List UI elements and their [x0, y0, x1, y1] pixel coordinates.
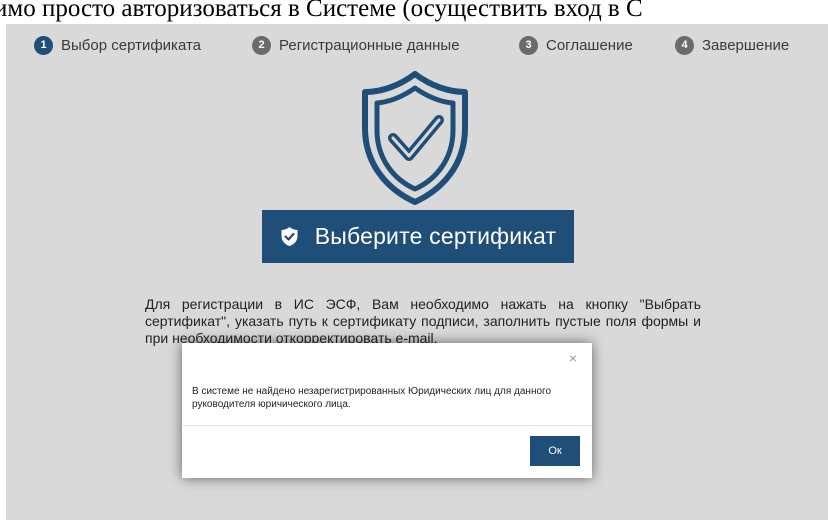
- step-number-3: 3: [519, 35, 538, 55]
- step-label-2: Регистрационные данные: [279, 36, 460, 54]
- step-label-4: Завершение: [702, 36, 790, 54]
- dialog-message: В системе не найдено незарегистрированны…: [192, 386, 552, 410]
- step-label-3: Соглашение: [546, 36, 633, 54]
- registration-page: 1 Выбор сертификата 2 Регистрационные да…: [6, 24, 828, 520]
- alert-dialog: × В системе не найдено незарегистрирован…: [182, 343, 592, 478]
- step-number-2: 2: [252, 35, 271, 55]
- dialog-divider: [182, 425, 592, 426]
- shield-check-icon: [362, 71, 468, 205]
- step-certificate-selection: 1 Выбор сертификата: [34, 34, 201, 56]
- shield-check-small-icon: [281, 227, 298, 246]
- step-agreement: 3 Соглашение: [519, 34, 633, 56]
- select-certificate-button[interactable]: Выберите сертификат: [262, 210, 574, 263]
- step-registration-data: 2 Регистрационные данные: [252, 34, 460, 56]
- select-certificate-label: Выберите сертификат: [314, 223, 557, 249]
- document-text-fragment: имо просто авторизоваться в Системе (осу…: [0, 0, 643, 22]
- ok-button[interactable]: Ок: [530, 436, 580, 466]
- step-label-1: Выбор сертификата: [61, 36, 202, 54]
- step-number-4: 4: [675, 35, 694, 55]
- step-completion: 4 Завершение: [675, 34, 789, 56]
- registration-steps: 1 Выбор сертификата 2 Регистрационные да…: [6, 34, 828, 58]
- registration-instructions: Для регистрации в ИС ЭСФ, Вам необходимо…: [145, 296, 701, 346]
- step-number-1: 1: [34, 35, 53, 55]
- close-icon[interactable]: ×: [566, 351, 580, 365]
